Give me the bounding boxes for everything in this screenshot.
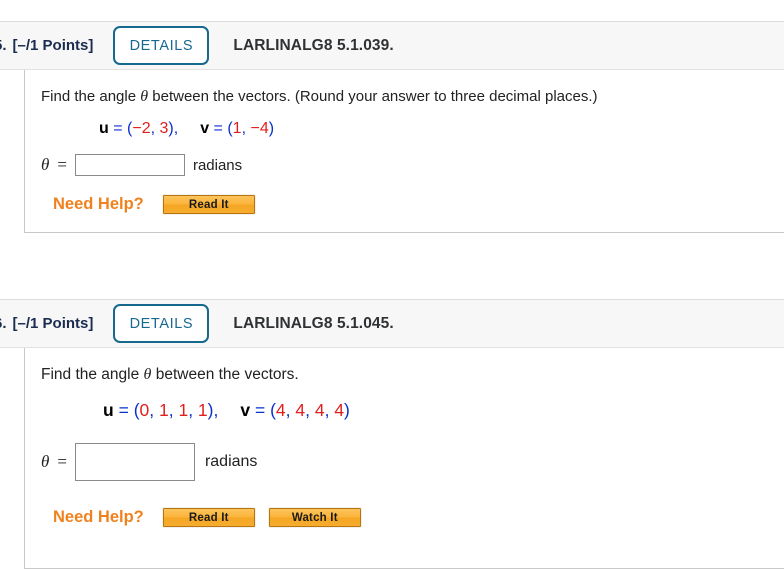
vector-v-name: v <box>240 400 251 421</box>
answer-units: radians <box>204 453 258 471</box>
vector-u-separator-2: , <box>188 400 198 421</box>
question-title: LARLINALG8 5.1.045. <box>233 314 394 332</box>
vector-u-separator-0: , <box>149 400 159 421</box>
prompt-text-before: Find the angle <box>41 88 141 105</box>
vector-v-component-1: −4 <box>250 120 269 138</box>
prompt-text-after: between the vectors. <box>151 366 299 383</box>
vector-v-component-0: 1 <box>232 120 242 138</box>
need-help-label: Need Help? <box>53 508 144 527</box>
answer-theta-label: θ <box>41 452 50 472</box>
watch-it-button[interactable]: Watch It <box>267 507 362 529</box>
need-help-row: Need Help? Read It Watch It <box>53 507 784 529</box>
vector-v-separator-1: , <box>305 400 315 421</box>
points-label: [–/1 Points] <box>12 315 94 332</box>
vector-u-separator-0: , <box>150 120 160 138</box>
vector-u-separator-1: , <box>168 400 179 421</box>
vector-u-component-0: 0 <box>139 400 150 421</box>
details-button[interactable]: DETAILS <box>113 304 210 343</box>
vector-u-name: u <box>99 120 109 138</box>
vector-v-name: v <box>200 120 210 138</box>
vector-u-component-3: 1 <box>197 400 208 421</box>
vector-u-component-2: 1 <box>178 400 189 421</box>
question-header: 5. [–/1 Points] DETAILS LARLINALG8 5.1.0… <box>0 21 784 70</box>
need-help-label: Need Help? <box>53 195 144 214</box>
vector-v-equals: = <box>213 120 223 138</box>
vector-v-component-1: 4 <box>295 400 306 421</box>
question-body: Find the angle θ between the vectors. u … <box>24 348 784 569</box>
watch-it-button-label: Watch It <box>291 511 338 524</box>
answer-theta-label: θ <box>41 155 50 175</box>
vector-u-component-1: 1 <box>158 400 169 421</box>
question-body-outer: Find the angle θ between the vectors. u … <box>0 348 784 569</box>
vector-u-name: u <box>103 400 114 421</box>
points-label: [–/1 Points] <box>12 37 94 54</box>
question-title: LARLINALG8 5.1.039. <box>233 36 394 54</box>
question-number: 6. <box>0 315 7 332</box>
question-card: 5. [–/1 Points] DETAILS LARLINALG8 5.1.0… <box>0 21 784 233</box>
details-button-label: DETAILS <box>129 315 194 332</box>
read-it-button-label: Read It <box>188 198 229 211</box>
read-it-button-label: Read It <box>188 511 229 524</box>
vector-v-close-paren: ) <box>268 120 275 138</box>
question-body: Find the angle θ between the vectors. (R… <box>24 70 784 233</box>
vector-definitions: u = (−2, 3), v = (1, −4) <box>99 120 784 138</box>
vector-v-component-2: 4 <box>314 400 325 421</box>
prompt-text-before: Find the angle <box>41 366 144 383</box>
answer-equals-sign: = <box>57 452 67 472</box>
answer-input[interactable] <box>74 443 195 482</box>
question-body-outer: Find the angle θ between the vectors. (R… <box>0 70 784 233</box>
read-it-button[interactable]: Read It <box>161 507 256 529</box>
need-help-row: Need Help? Read It <box>53 194 784 216</box>
answer-input[interactable] <box>74 154 185 177</box>
vector-v-separator-0: , <box>285 400 296 421</box>
vector-v-close-paren: ) <box>344 400 350 421</box>
vector-v-separator-2: , <box>324 400 335 421</box>
vector-v-component-3: 4 <box>334 400 345 421</box>
details-button[interactable]: DETAILS <box>113 26 210 65</box>
read-it-button[interactable]: Read It <box>161 194 256 216</box>
question-card: 6. [–/1 Points] DETAILS LARLINALG8 5.1.0… <box>0 299 784 569</box>
question-prompt: Find the angle θ between the vectors. (R… <box>41 86 784 108</box>
answer-equals-sign: = <box>57 155 67 175</box>
prompt-text-after: between the vectors. (Round your answer … <box>148 88 598 105</box>
answer-row: θ = radians <box>41 154 784 177</box>
vector-u-trailing-comma: , <box>213 400 219 421</box>
theta-symbol: θ <box>140 88 149 105</box>
question-header: 6. [–/1 Points] DETAILS LARLINALG8 5.1.0… <box>0 299 784 348</box>
vector-v-component-0: 4 <box>275 400 286 421</box>
question-number: 5. <box>0 37 7 54</box>
vector-u-trailing-comma: , <box>173 120 179 138</box>
question-prompt: Find the angle θ between the vectors. <box>41 364 784 386</box>
vector-v-equals: = <box>254 400 266 421</box>
vector-u-equals: = <box>113 120 123 138</box>
vector-u-component-0: −2 <box>132 120 151 138</box>
vector-u-equals: = <box>118 400 129 421</box>
details-button-label: DETAILS <box>129 37 194 54</box>
vector-definitions: u = (0, 1, 1, 1), v = (4, 4, 4, 4) <box>103 400 784 421</box>
answer-row: θ = radians <box>41 443 784 482</box>
answer-units: radians <box>192 156 243 174</box>
